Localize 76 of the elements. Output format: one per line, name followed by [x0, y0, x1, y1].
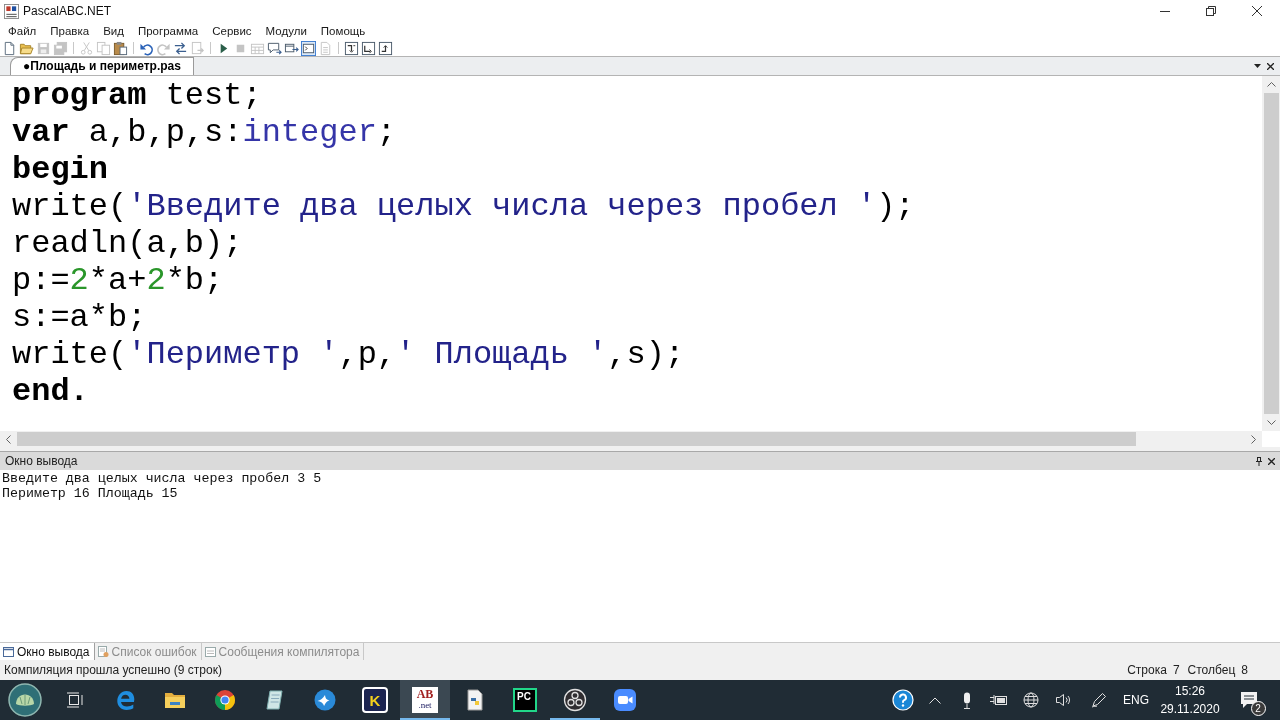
- taskbar-button[interactable]: K: [350, 680, 400, 720]
- scroll-right-icon[interactable]: [1251, 434, 1256, 444]
- code-line: program test;: [12, 77, 262, 114]
- scroll-down-icon[interactable]: [1266, 420, 1276, 425]
- globe-icon[interactable]: [1023, 692, 1039, 708]
- taskbar-button[interactable]: PC: [500, 680, 550, 720]
- app-tile-icon: PC: [513, 688, 537, 712]
- window-step-icon[interactable]: [344, 40, 359, 56]
- panel-title: Окно вывода: [5, 453, 78, 470]
- code-line: end.: [12, 373, 89, 410]
- window-step-icon[interactable]: [378, 40, 393, 56]
- status-message: Компиляция прошла успешно (9 строк): [4, 662, 222, 679]
- menu-item[interactable]: Сервис: [205, 22, 259, 40]
- help-icon[interactable]: [892, 689, 914, 711]
- menu-item[interactable]: Программа: [130, 22, 206, 40]
- close-icon[interactable]: [1267, 62, 1274, 70]
- menu-item[interactable]: Помощь: [313, 22, 373, 40]
- menu-item[interactable]: Модули: [258, 22, 314, 40]
- menu-item[interactable]: Файл: [1, 22, 44, 40]
- app-logo-icon: [4, 3, 19, 19]
- vertical-scrollbar[interactable]: [1262, 76, 1280, 431]
- code-line: p:=2*a+2*b;: [12, 262, 224, 299]
- microphone-icon[interactable]: [962, 691, 972, 709]
- restore-icon: [1206, 6, 1216, 16]
- status-value: 7: [1172, 662, 1180, 679]
- speech-bubble-icon[interactable]: [267, 40, 282, 56]
- scroll-up-icon[interactable]: [1266, 82, 1276, 87]
- console-icon[interactable]: [301, 40, 316, 56]
- output-line: Введите два целых числа через пробел 3 5: [2, 472, 322, 487]
- scroll-left-icon[interactable]: [6, 434, 11, 444]
- window-icon: [3, 646, 14, 657]
- sparkle-logo-icon: [313, 688, 337, 712]
- status-label: Строка: [1127, 662, 1167, 679]
- dropdown-icon[interactable]: [1254, 64, 1261, 68]
- task-view-icon: [66, 692, 84, 708]
- three-circle-logo-icon: [563, 688, 587, 712]
- scrollbar-thumb[interactable]: [17, 432, 1136, 446]
- code-line: readln(a,b);: [12, 225, 243, 262]
- panel-tab[interactable]: Окно вывода: [0, 643, 95, 660]
- language-indicator[interactable]: ENG: [1123, 691, 1149, 709]
- window-step-icon[interactable]: [361, 40, 376, 56]
- status-label: Столбец: [1187, 662, 1236, 679]
- chevron-up-icon[interactable]: [929, 696, 941, 704]
- speaker-icon[interactable]: [1055, 693, 1071, 707]
- pen-icon[interactable]: [1091, 692, 1107, 708]
- window-title: PascalABC.NET: [23, 3, 112, 20]
- notification-badge: 2: [1250, 701, 1266, 716]
- circle-logo-icon: [213, 688, 237, 712]
- clock-time[interactable]: 15:26: [1174, 682, 1205, 700]
- status-value: 8: [1241, 662, 1248, 679]
- app-tile-icon: K: [362, 687, 388, 713]
- swap-arrows-icon[interactable]: [173, 40, 188, 56]
- close-icon: [1252, 6, 1262, 16]
- document-icon: [204, 646, 216, 657]
- code-line: write('Периметр ',p,' Площадь ',s);: [12, 336, 685, 373]
- taskbar-button[interactable]: AB .net: [400, 680, 450, 720]
- code-line: begin: [12, 151, 108, 188]
- close-icon[interactable]: [1268, 457, 1275, 465]
- scrollbar-thumb[interactable]: [1263, 93, 1279, 414]
- code-line: s:=a*b;: [12, 299, 147, 336]
- clock-date[interactable]: 29.11.2020: [1160, 700, 1220, 718]
- start-orb-icon: [8, 683, 42, 717]
- editor-tab[interactable]: ●Площадь и периметр.pas: [10, 57, 194, 75]
- horizontal-scrollbar[interactable]: [0, 431, 1262, 447]
- menu-item[interactable]: Вид: [96, 22, 131, 40]
- output-line: Периметр 16 Площадь 15: [2, 486, 178, 501]
- error-list-icon: [97, 646, 109, 657]
- video-camera-icon: [613, 688, 637, 712]
- paste-icon[interactable]: [113, 40, 128, 56]
- pin-icon[interactable]: [1256, 456, 1262, 466]
- code-line: var a,b,p,s:integer;: [12, 114, 397, 151]
- code-line: write('Введите два целых числа через пробел ');: [12, 188, 915, 225]
- menu-item[interactable]: Правка: [43, 22, 97, 40]
- battery-plug-icon[interactable]: [990, 694, 1008, 706]
- new-file-icon[interactable]: [2, 40, 17, 56]
- app-tile-icon: AB .net: [412, 687, 438, 713]
